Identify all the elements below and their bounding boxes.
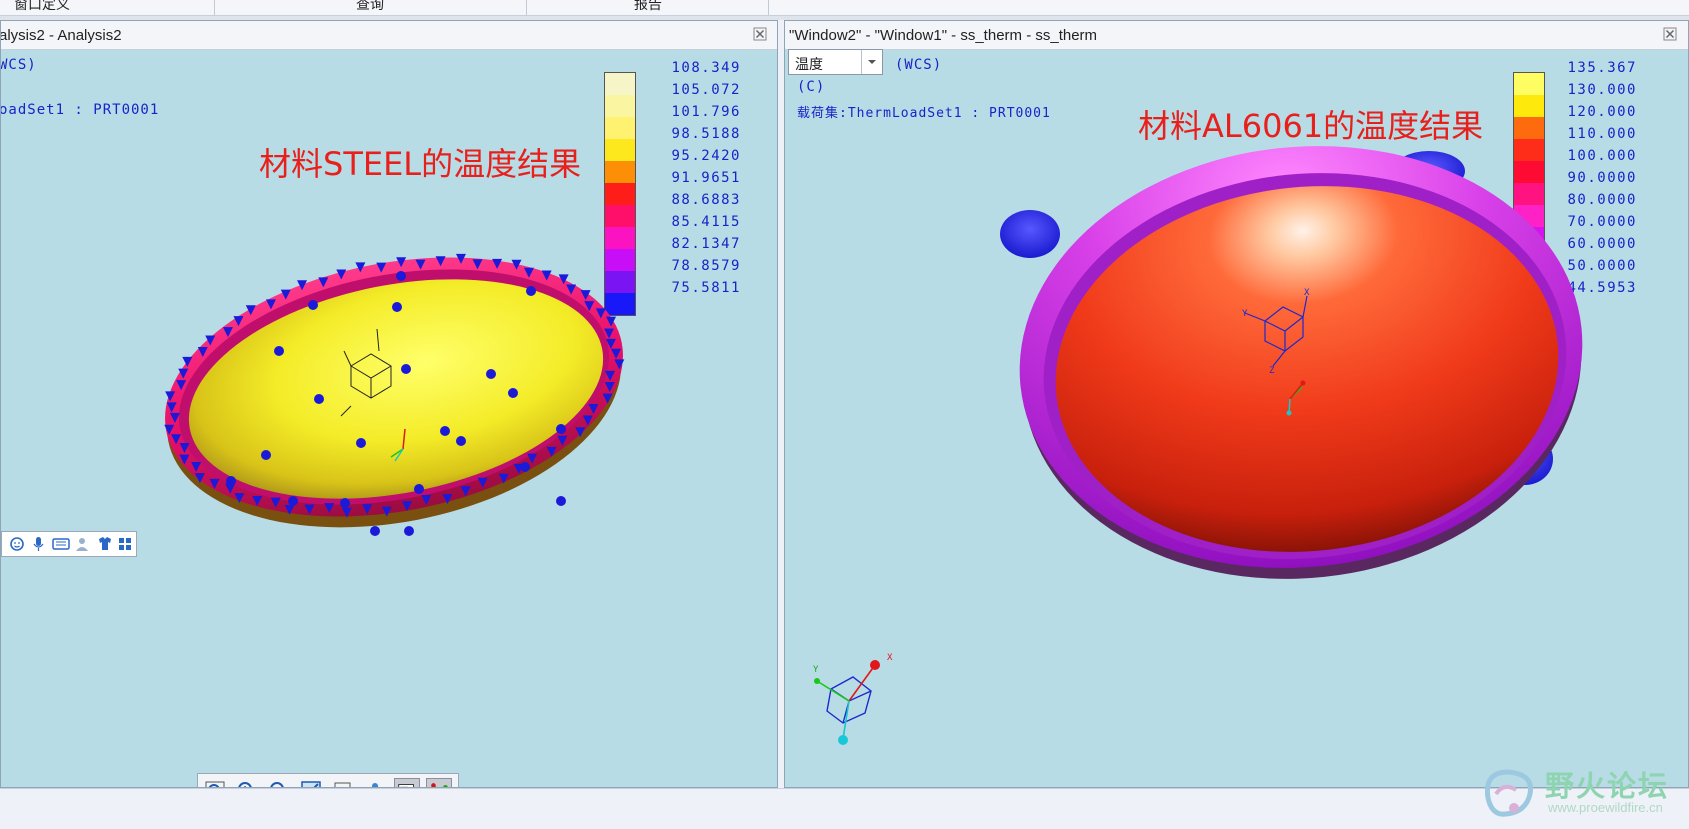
constraint-marker <box>226 476 236 486</box>
view-orientation-csys: X Y <box>813 653 893 745</box>
constraint-marker <box>370 526 380 536</box>
svg-text:X: X <box>887 653 893 663</box>
steel-model-view[interactable] <box>1 21 778 581</box>
svg-text:Z: Z <box>1269 366 1275 376</box>
svg-text:X: X <box>1304 288 1310 298</box>
menu-query[interactable]: 查询 <box>356 0 384 14</box>
forum-logo-icon <box>1484 769 1534 817</box>
constraint-marker <box>440 426 450 436</box>
constraint-marker <box>556 424 566 434</box>
right-analysis-window[interactable]: "Window2" - "Window1" - ss_therm - ss_th… <box>784 20 1689 788</box>
orient-icon[interactable] <box>362 778 388 788</box>
zoom-in-icon[interactable] <box>234 778 260 788</box>
steel-bowl <box>165 257 623 528</box>
constraint-marker <box>486 369 496 379</box>
saved-views-icon[interactable] <box>330 778 356 788</box>
al6061-dome <box>1000 146 1583 579</box>
constraint-marker <box>308 300 318 310</box>
constraint-marker <box>392 302 402 312</box>
zoom-fit-icon[interactable] <box>202 778 228 788</box>
microphone-icon[interactable] <box>33 537 44 551</box>
svg-text:Y: Y <box>813 665 819 675</box>
grid-menu-icon[interactable] <box>119 538 131 550</box>
status-bar <box>0 788 1689 829</box>
menu-separator <box>214 0 215 15</box>
constraint-marker <box>288 496 298 506</box>
menu-separator <box>768 0 769 15</box>
constraint-marker <box>526 286 536 296</box>
constraint-marker <box>314 394 324 404</box>
constraint-marker <box>520 462 530 472</box>
watermark-url: www.proewildfire.cn <box>1548 800 1663 815</box>
constraint-marker <box>401 364 411 374</box>
smiley-icon[interactable] <box>10 537 24 551</box>
constraint-marker <box>274 346 284 356</box>
menu-separator <box>526 0 527 15</box>
view-toolbar[interactable] <box>197 773 459 788</box>
constraint-marker <box>414 484 424 494</box>
constraint-marker <box>404 526 414 536</box>
constraint-marker <box>396 271 406 281</box>
constraint-marker <box>261 450 271 460</box>
al6061-model-view[interactable]: Y X Z X Y <box>785 21 1689 788</box>
constraint-marker <box>556 496 566 506</box>
zoom-out-icon[interactable] <box>266 778 292 788</box>
watermark-name: 野火论坛 <box>1545 769 1670 803</box>
left-analysis-window[interactable]: alysis2 - Analysis2 WCS) oadSet1 : PRT00… <box>0 20 778 788</box>
constraint-marker <box>340 498 350 508</box>
refit-icon[interactable] <box>298 778 324 788</box>
ime-toolbar[interactable] <box>1 531 137 557</box>
constraint-marker <box>508 388 518 398</box>
constraint-marker <box>456 436 466 446</box>
user-icon[interactable] <box>76 538 88 551</box>
constraint-marker <box>356 438 366 448</box>
svg-text:Y: Y <box>1242 309 1248 319</box>
menu-report[interactable]: 报告 <box>634 0 662 14</box>
display-style-icon[interactable] <box>394 778 420 788</box>
menu-window-definition[interactable]: 窗口定义 <box>14 0 70 14</box>
shirt-icon[interactable] <box>99 537 111 550</box>
csys-display-icon[interactable] <box>426 778 452 788</box>
menu-bar: 窗口定义 查询 报告 <box>0 0 1689 16</box>
keyboard-icon[interactable] <box>52 538 70 550</box>
